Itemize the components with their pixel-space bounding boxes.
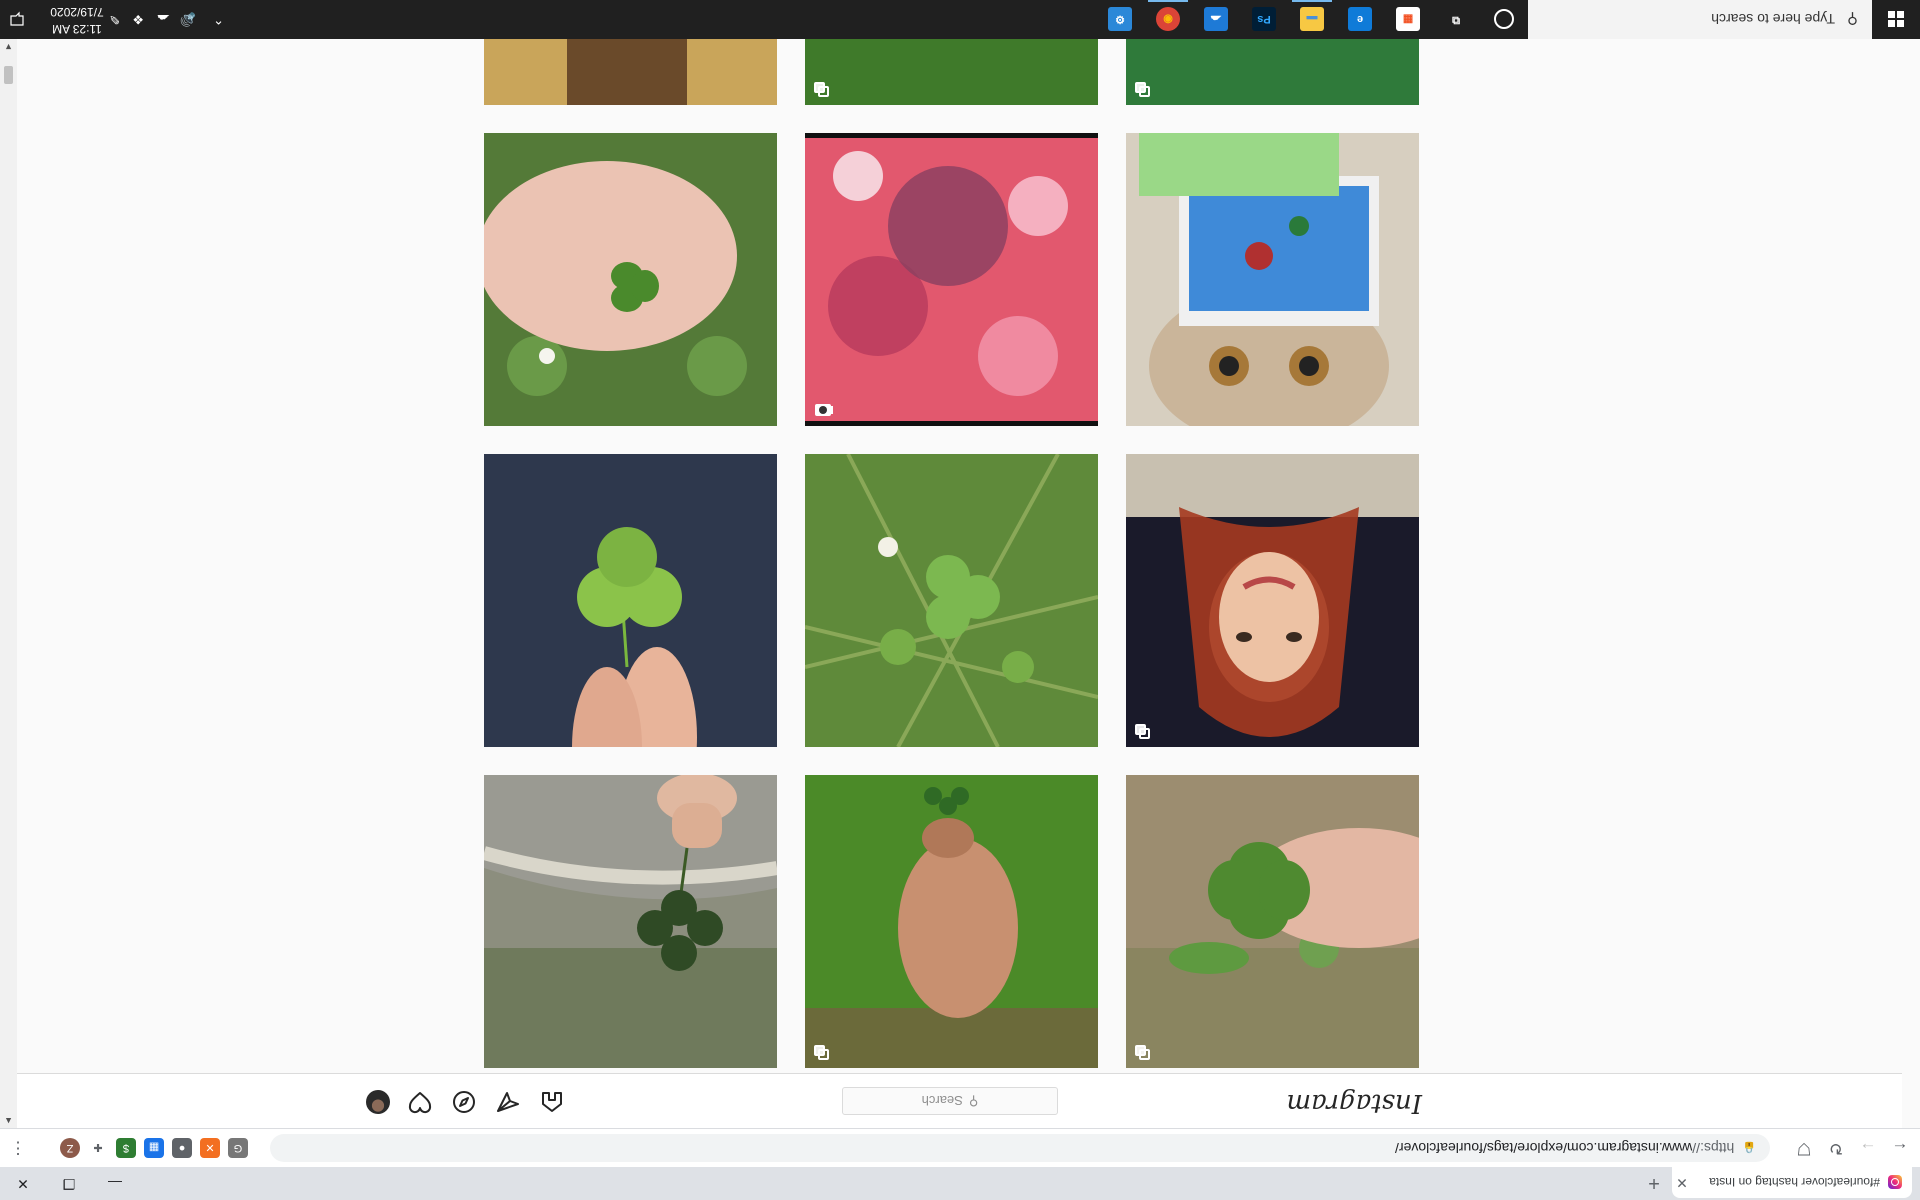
chrome-icon[interactable]: ◉ xyxy=(1144,0,1192,39)
browser-toolbar: ← → ↻ ⛉ 🔒 https:// www.instagram.com/exp… xyxy=(0,1128,1920,1167)
dropbox-tray-icon[interactable]: ❖ xyxy=(132,0,144,39)
instagram-logo[interactable]: Instagram xyxy=(1286,1088,1422,1118)
post-girl-picking-clover[interactable] xyxy=(805,775,1098,1068)
edge-icon[interactable]: e xyxy=(1336,0,1384,39)
task-view-icon[interactable]: ⧉ xyxy=(1432,0,1480,39)
minimize-button[interactable]: — xyxy=(92,1167,138,1200)
instagram-search-input[interactable]: ⚲ Search xyxy=(842,1087,1058,1115)
clock-time: 11:23 AM xyxy=(52,22,102,36)
taskbar-search-box[interactable]: ⚲ Type here to search xyxy=(1528,0,1872,39)
reload-button[interactable]: ↻ xyxy=(1822,1134,1850,1162)
search-icon: ⚲ xyxy=(1847,10,1858,28)
lock-icon: 🔒 xyxy=(1742,1141,1756,1154)
onedrive-app-icon[interactable]: ☁ xyxy=(1192,0,1240,39)
extension-blue-grid-icon[interactable]: ▦ xyxy=(144,1138,164,1158)
home-icon[interactable] xyxy=(539,1089,565,1115)
video-camera-icon xyxy=(813,402,833,418)
instagram-favicon-icon xyxy=(1888,1175,1902,1190)
post-cat-july-calendar-card[interactable] xyxy=(1126,133,1419,426)
file-explorer-icon[interactable]: ▬ xyxy=(1288,0,1336,39)
search-placeholder: Search xyxy=(921,1093,963,1109)
onedrive-tray-icon[interactable]: ☁ xyxy=(157,0,170,39)
instagram-header: Instagram ⚲ Search xyxy=(0,1073,1902,1128)
activity-heart-icon[interactable] xyxy=(407,1089,433,1115)
address-bar[interactable]: 🔒 https:// www.instagram.com/explore/tag… xyxy=(270,1134,1770,1162)
settings-app-icon[interactable]: ⚙ xyxy=(1096,0,1144,39)
search-icon: ⚲ xyxy=(968,1094,979,1109)
carousel-multi-image-icon xyxy=(1134,81,1150,97)
post-fingers-four-leaf-clover[interactable] xyxy=(1126,775,1419,1068)
carousel-multi-image-icon xyxy=(1134,723,1150,739)
post-fingers-clover-dark-background[interactable] xyxy=(484,454,777,747)
profile-avatar-z[interactable]: Z xyxy=(60,1138,80,1158)
url-path: www.instagram.com/explore/tags/fourleafc… xyxy=(1395,1140,1693,1156)
screen: #fourleafclover hashtag on Insta ✕ + — ❐… xyxy=(0,0,1920,1200)
show-hidden-icons-chevron-icon[interactable]: ⌃ xyxy=(213,0,224,39)
extension-gray-circle-icon[interactable]: ● xyxy=(172,1138,192,1158)
browser-menu-icon[interactable]: ⋮ xyxy=(4,1134,32,1162)
bookmark-manager-icon[interactable]: ⛉ xyxy=(1790,1134,1818,1162)
start-windows-icon[interactable] xyxy=(1872,0,1920,39)
scroll-down-arrow-icon[interactable]: ▼ xyxy=(4,42,13,52)
scroll-up-arrow-icon[interactable]: ▲ xyxy=(4,1116,13,1126)
post-red-haired-woman-selfie[interactable] xyxy=(1126,454,1419,747)
windows-taskbar: ⚲ Type here to search ⧉ ▦ e ▬ Ps ☁ ◉ ⚙ ⌃ 🔊 ☁ ❖ ✎ 11… xyxy=(0,0,1920,39)
browser-tab-instagram[interactable]: #fourleafclover hashtag on Insta ✕ xyxy=(1672,1167,1912,1198)
tab-close-icon[interactable]: ✕ xyxy=(1672,1174,1692,1191)
microsoft-store-icon[interactable]: ▦ xyxy=(1384,0,1432,39)
forward-button[interactable]: → xyxy=(1854,1134,1882,1162)
restore-button[interactable]: ❐ xyxy=(46,1167,92,1200)
taskbar-clock[interactable]: 11:23 AM 7/19/2020 xyxy=(42,3,112,37)
explore-compass-icon[interactable] xyxy=(451,1089,477,1115)
page-scrollbar[interactable]: ▲ ▼ xyxy=(0,39,17,1128)
extension-gray-square-icon[interactable]: G xyxy=(228,1138,248,1158)
taskbar-search-placeholder: Type here to search xyxy=(1711,11,1835,28)
scrollbar-thumb[interactable] xyxy=(4,66,13,84)
cortana-icon[interactable] xyxy=(1480,0,1528,39)
close-window-button[interactable]: ✕ xyxy=(0,1167,46,1200)
photoshop-icon[interactable]: Ps xyxy=(1240,0,1288,39)
notification-center-icon[interactable] xyxy=(0,0,34,39)
extension-green-s-icon[interactable]: $ xyxy=(116,1138,136,1158)
extension-orange-x-icon[interactable]: ✕ xyxy=(200,1138,220,1158)
clock-date: 7/19/2020 xyxy=(50,5,104,19)
url-protocol: https:// xyxy=(1692,1140,1735,1156)
direct-messages-icon[interactable] xyxy=(495,1089,521,1115)
volume-icon[interactable]: 🔊 xyxy=(180,0,196,39)
new-tab-button[interactable]: + xyxy=(1642,1170,1666,1194)
post-hand-clover-in-palm[interactable] xyxy=(484,133,777,426)
post-clover-patch-grass[interactable] xyxy=(805,454,1098,747)
post-pink-blurred-video[interactable] xyxy=(805,133,1098,426)
carousel-multi-image-icon xyxy=(813,81,829,97)
extensions-puzzle-icon[interactable]: ✚ xyxy=(88,1138,108,1158)
profile-avatar[interactable] xyxy=(366,1090,390,1114)
carousel-multi-image-icon xyxy=(813,1044,829,1060)
carousel-multi-image-icon xyxy=(1134,1044,1150,1060)
post-hand-clover-wall[interactable] xyxy=(484,775,777,1068)
back-button[interactable]: ← xyxy=(1886,1134,1914,1162)
tab-title: #fourleafclover hashtag on Insta xyxy=(1709,1175,1880,1190)
browser-tab-bar: #fourleafclover hashtag on Insta ✕ + — ❐… xyxy=(0,1167,1920,1200)
